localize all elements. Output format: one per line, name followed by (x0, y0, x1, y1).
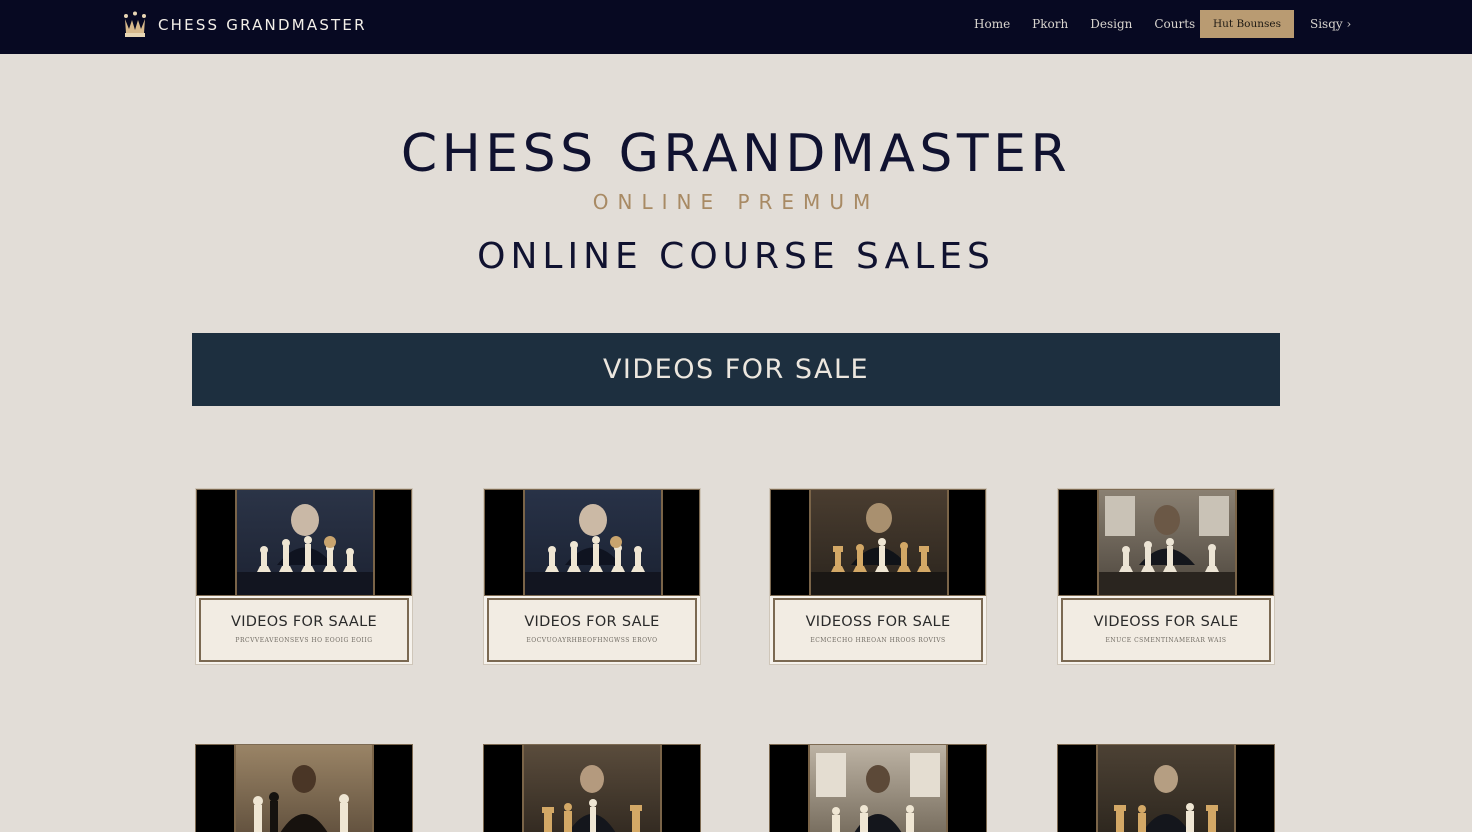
video-card-6[interactable] (483, 744, 701, 832)
video-subtitle: ENUCE CSMENTINAMERAR WAIS (1105, 637, 1227, 644)
video-thumbnail-3 (770, 489, 986, 596)
video-caption-3: VIDEOSS FOR SALE ECMCECHO HREOAN HROOS R… (773, 598, 983, 662)
video-thumbnail-1 (196, 489, 412, 596)
thumbnail-scene-4 (1097, 490, 1237, 595)
thumbnail-scene-1 (235, 490, 375, 595)
grandmaster-image-4 (1099, 496, 1235, 595)
video-title: VIDEOS FOR SALE (524, 614, 660, 630)
video-thumbnail-4 (1058, 489, 1274, 596)
video-subtitle: ECMCECHO HREOAN HROOS ROVIVS (810, 637, 946, 644)
nav-cta-button[interactable]: Hut Bounses (1200, 10, 1294, 38)
thumbnail-scene-5 (234, 745, 374, 832)
video-title: VIDEOSS FOR SALE (1093, 614, 1239, 630)
video-card-5[interactable] (195, 744, 413, 832)
brand-name: CHESS GRANDMASTER (158, 16, 367, 34)
video-caption-1: VIDEOS FOR SAALE PRCVVEAVEONSEVS HO EOOI… (199, 598, 409, 662)
hero-tagline: ONLINE COURSE SALES (477, 236, 995, 277)
video-subtitle: PRCVVEAVEONSEVS HO EOOIG EOIIG (235, 637, 373, 644)
grandmaster-image-5 (253, 765, 349, 832)
hero-title: CHESS GRANDMASTER (400, 124, 1072, 184)
nav-link-design[interactable]: Design (1090, 17, 1132, 33)
thumbnail-scene-6 (522, 745, 662, 832)
video-title: VIDEOSS FOR SALE (805, 614, 951, 630)
video-card-8[interactable] (1057, 744, 1275, 832)
thumbnail-scene-2 (523, 490, 663, 595)
video-card-3[interactable]: VIDEOSS FOR SALE ECMCECHO HREOAN HROOS R… (769, 488, 987, 665)
top-navbar: CHESS GRANDMASTER Home Pkorh Design Cour… (0, 0, 1472, 54)
video-caption-4: VIDEOSS FOR SALE ENUCE CSMENTINAMERAR WA… (1061, 598, 1271, 662)
video-caption-2: VIDEOS FOR SALE EOCVUOAYRHBEOFHNGWSS ERO… (487, 598, 697, 662)
video-card-7[interactable] (769, 744, 987, 832)
nav-link-2[interactable]: Pkorh (1032, 17, 1068, 33)
thumbnail-scene-8 (1096, 745, 1236, 832)
hero-subtitle: ONLINE PREMUM (592, 190, 880, 214)
grandmaster-image-7 (816, 753, 940, 832)
grandmaster-image-8 (1114, 765, 1218, 832)
video-card-4[interactable]: VIDEOSS FOR SALE ENUCE CSMENTINAMERAR WA… (1057, 488, 1275, 665)
thumbnail-scene-3 (809, 490, 949, 595)
grandmaster-image-3 (811, 503, 947, 595)
nav-links: Home Pkorh Design Courts (974, 17, 1217, 33)
video-card-2[interactable]: VIDEOS FOR SALE EOCVUOAYRHBEOFHNGWSS ERO… (483, 488, 701, 665)
nav-link-home[interactable]: Home (974, 17, 1010, 33)
videos-for-sale-banner[interactable]: VIDEOS FOR SALE (192, 333, 1280, 406)
video-thumbnail-2 (484, 489, 700, 596)
grandmaster-image-2 (525, 504, 661, 595)
video-card-1[interactable]: VIDEOS FOR SAALE PRCVVEAVEONSEVS HO EOOI… (195, 488, 413, 665)
nav-signin-link[interactable]: Sisqy › (1310, 17, 1351, 31)
thumbnail-scene-7 (808, 745, 948, 832)
video-subtitle: EOCVUOAYRHBEOFHNGWSS EROVO (526, 637, 658, 644)
video-title: VIDEOS FOR SAALE (231, 614, 377, 630)
grandmaster-image-6 (542, 765, 642, 832)
grandmaster-image-1 (237, 504, 373, 595)
crown-icon (124, 11, 146, 37)
nav-link-courses[interactable]: Courts (1154, 17, 1195, 33)
brand-logo[interactable]: CHESS GRANDMASTER (122, 10, 367, 40)
